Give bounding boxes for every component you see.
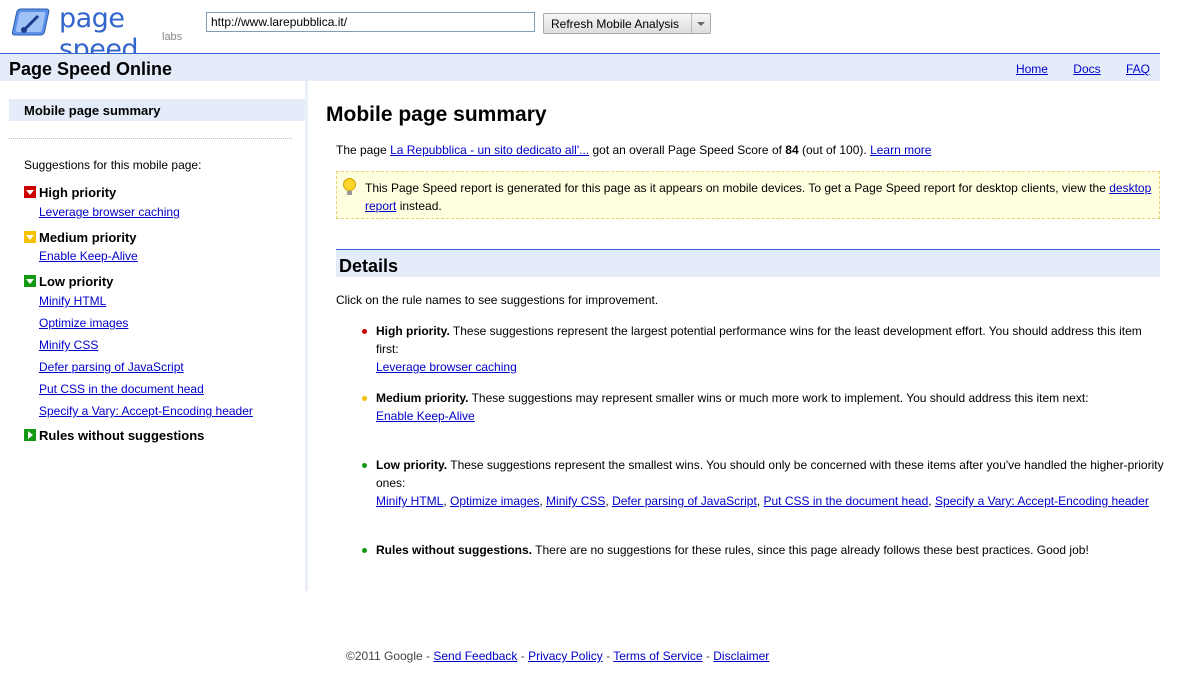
lightbulb-icon bbox=[343, 178, 356, 195]
dropdown-arrow-icon[interactable] bbox=[691, 14, 710, 33]
detail-link-leverage-caching[interactable]: Leverage browser caching bbox=[376, 360, 517, 374]
app-title: Page Speed Online bbox=[9, 59, 173, 79]
mobile-notice: This Page Speed report is generated for … bbox=[336, 171, 1160, 219]
detail-label: High priority. bbox=[376, 324, 450, 338]
url-input[interactable] bbox=[206, 12, 535, 32]
detail-link-css-head[interactable]: Put CSS in the document head bbox=[763, 494, 928, 508]
expand-arrow-icon bbox=[24, 429, 36, 441]
detail-label: Low priority. bbox=[376, 458, 448, 472]
copyright: ©2011 Google bbox=[346, 649, 423, 663]
high-priority-icon bbox=[24, 186, 36, 198]
sidebar-link-leverage-caching[interactable]: Leverage browser caching bbox=[39, 205, 180, 219]
sidebar-link-optimize-images[interactable]: Optimize images bbox=[39, 316, 128, 330]
details-intro: Click on the rule names to see suggestio… bbox=[336, 293, 659, 307]
learn-more-link[interactable]: Learn more bbox=[870, 143, 931, 157]
sidebar-medium-priority[interactable]: Medium priority bbox=[24, 230, 137, 245]
privacy-policy-link[interactable]: Privacy Policy bbox=[528, 649, 603, 663]
sidebar-divider bbox=[9, 138, 292, 139]
details-title: Details bbox=[339, 256, 399, 276]
detail-text: These suggestions represent the largest … bbox=[376, 324, 1142, 356]
sidebar-link-defer-js[interactable]: Defer parsing of JavaScript bbox=[39, 360, 184, 374]
home-link[interactable]: Home bbox=[1016, 62, 1048, 76]
detail-rules-without-suggestions: Rules without suggestions. There are no … bbox=[362, 541, 1166, 559]
sidebar-link-vary-header[interactable]: Specify a Vary: Accept-Encoding header bbox=[39, 404, 253, 418]
detail-link-optimize-images[interactable]: Optimize images bbox=[450, 494, 539, 508]
sidebar-link-css-head[interactable]: Put CSS in the document head bbox=[39, 382, 204, 396]
sidebar-high-priority[interactable]: High priority bbox=[24, 185, 116, 200]
low-priority-label: Low priority bbox=[39, 274, 114, 289]
detail-label: Medium priority. bbox=[376, 391, 469, 405]
rules-without-suggestions-label: Rules without suggestions bbox=[39, 428, 205, 443]
faq-link[interactable]: FAQ bbox=[1126, 62, 1150, 76]
details-header: Details bbox=[336, 249, 1160, 277]
detail-text: These suggestions may represent smaller … bbox=[471, 391, 1089, 405]
page-speed-logo[interactable]: page speed labs bbox=[12, 3, 192, 65]
sidebar-link-minify-html[interactable]: Minify HTML bbox=[39, 294, 106, 308]
detail-link-keep-alive[interactable]: Enable Keep-Alive bbox=[376, 409, 475, 423]
detail-link-vary-header[interactable]: Specify a Vary: Accept-Encoding header bbox=[935, 494, 1149, 508]
sidebar-link-minify-css[interactable]: Minify CSS bbox=[39, 338, 98, 352]
logo-subtitle: labs bbox=[162, 31, 183, 43]
score-middle: got an overall Page Speed Score of bbox=[592, 143, 782, 157]
detail-medium-priority: Medium priority. These suggestions may r… bbox=[362, 389, 1166, 425]
detail-link-minify-css[interactable]: Minify CSS bbox=[546, 494, 605, 508]
refresh-analysis-label: Refresh Mobile Analysis bbox=[551, 16, 680, 31]
disclaimer-link[interactable]: Disclaimer bbox=[713, 649, 769, 663]
red-bullet-icon bbox=[362, 329, 367, 334]
detail-low-priority: Low priority. These suggestions represen… bbox=[362, 456, 1166, 510]
yellow-bullet-icon bbox=[362, 396, 367, 401]
sidebar-rules-without-suggestions[interactable]: Rules without suggestions bbox=[24, 428, 204, 443]
high-priority-label: High priority bbox=[39, 185, 117, 200]
detail-link-defer-js[interactable]: Defer parsing of JavaScript bbox=[612, 494, 757, 508]
sidebar-low-priority[interactable]: Low priority bbox=[24, 274, 113, 289]
notice-text: This Page Speed report is generated for … bbox=[365, 181, 1106, 195]
notice-text-after: instead. bbox=[399, 199, 442, 213]
detail-label: Rules without suggestions. bbox=[376, 543, 533, 557]
green-bullet-icon bbox=[362, 548, 367, 553]
send-feedback-link[interactable]: Send Feedback bbox=[433, 649, 517, 663]
header-band: Page Speed Online Home Docs FAQ bbox=[0, 53, 1160, 81]
medium-priority-label: Medium priority bbox=[39, 230, 137, 245]
speedometer-logo-icon bbox=[12, 8, 50, 36]
page-title: Mobile page summary bbox=[326, 103, 547, 126]
low-priority-icon bbox=[24, 275, 36, 287]
score-suffix: (out of 100). bbox=[802, 143, 867, 157]
page-link[interactable]: La Repubblica - un sito dedicato all'... bbox=[390, 143, 589, 157]
terms-of-service-link[interactable]: Terms of Service bbox=[613, 649, 702, 663]
green-bullet-icon bbox=[362, 463, 367, 468]
docs-link[interactable]: Docs bbox=[1073, 62, 1100, 76]
sidebar: Mobile page summary Suggestions for this… bbox=[0, 81, 308, 591]
detail-high-priority: High priority. These suggestions represe… bbox=[362, 322, 1166, 376]
medium-priority-icon bbox=[24, 231, 36, 243]
detail-text: These suggestions represent the smallest… bbox=[376, 458, 1164, 490]
sidebar-item-label: Mobile page summary bbox=[24, 103, 161, 118]
sidebar-link-keep-alive[interactable]: Enable Keep-Alive bbox=[39, 249, 138, 263]
detail-link-minify-html[interactable]: Minify HTML bbox=[376, 494, 443, 508]
score-summary: The page La Repubblica - un sito dedicat… bbox=[336, 143, 931, 157]
sidebar-heading: Suggestions for this mobile page: bbox=[24, 158, 202, 172]
score-prefix: The page bbox=[336, 143, 387, 157]
detail-text: There are no suggestions for these rules… bbox=[535, 543, 1089, 557]
score-value: 84 bbox=[785, 143, 799, 157]
top-bar: page speed labs Refresh Mobile Analysis bbox=[0, 0, 1184, 65]
header-nav: Home Docs FAQ bbox=[994, 62, 1150, 76]
footer: ©2011 Google - Send Feedback - Privacy P… bbox=[346, 649, 770, 663]
sidebar-item-mobile-summary[interactable]: Mobile page summary bbox=[9, 99, 305, 121]
refresh-analysis-button[interactable]: Refresh Mobile Analysis bbox=[543, 13, 711, 34]
